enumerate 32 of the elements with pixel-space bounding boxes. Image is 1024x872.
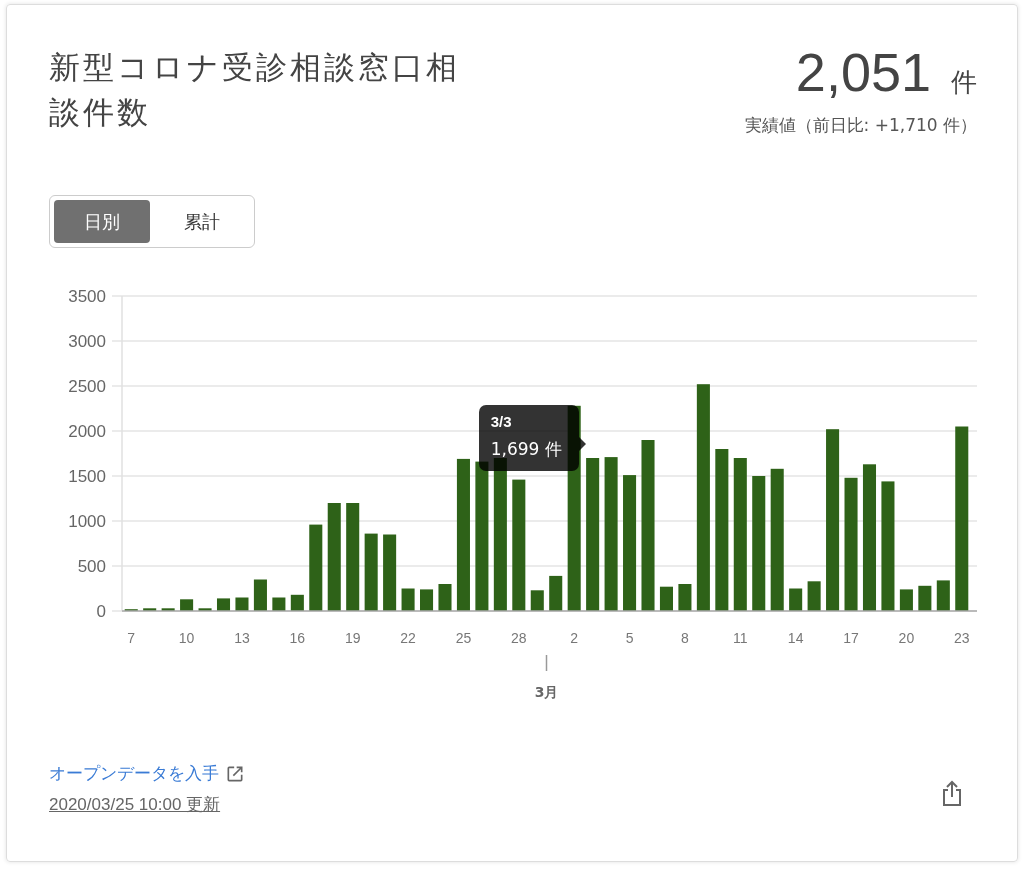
y-axis-label: 1000 [68, 512, 106, 531]
x-axis-label: 14 [787, 630, 804, 646]
y-axis-label: 2500 [68, 377, 106, 396]
y-axis-label: 3000 [68, 332, 106, 351]
update-date: 2020/03/25 10:00 更新 [49, 794, 221, 816]
tooltip-value: 1,699 件 [490, 438, 563, 461]
x-axis-label: 13 [234, 630, 250, 646]
x-axis-label: 8 [681, 630, 689, 646]
y-axis-label: 1500 [68, 467, 106, 486]
x-axis-label: 10 [178, 630, 195, 646]
x-axis-label: 23 [954, 630, 970, 646]
x-axis-label: 20 [898, 630, 915, 646]
y-axis-label: 500 [77, 557, 106, 576]
y-axis-label: 0 [96, 602, 106, 621]
tooltip-date: 3/3 [490, 413, 513, 430]
y-axis-label: 3500 [68, 287, 106, 306]
card-title: 新型コロナ受診相談窓口相談件数 [49, 48, 461, 132]
x-axis-label: 5 [625, 630, 634, 646]
x-axis-label: 2 [570, 630, 579, 646]
x-axis-label: 25 [455, 630, 472, 646]
x-axis-label: 28 [511, 630, 527, 646]
month-label: 3月 [534, 684, 559, 700]
x-axis-label: 17 [843, 630, 859, 646]
total-value: 2,051 [795, 45, 931, 99]
total-note: 実績値（前日比: +1,710 件） [744, 114, 977, 137]
total-unit: 件 [951, 66, 977, 99]
x-axis-label: 19 [344, 630, 361, 646]
y-axis-label: 2000 [68, 422, 106, 441]
x-axis-label: 22 [400, 630, 416, 646]
x-axis-label: 7 [127, 630, 136, 646]
x-axis-label: 11 [733, 630, 748, 646]
x-axis-label: 16 [289, 630, 306, 646]
